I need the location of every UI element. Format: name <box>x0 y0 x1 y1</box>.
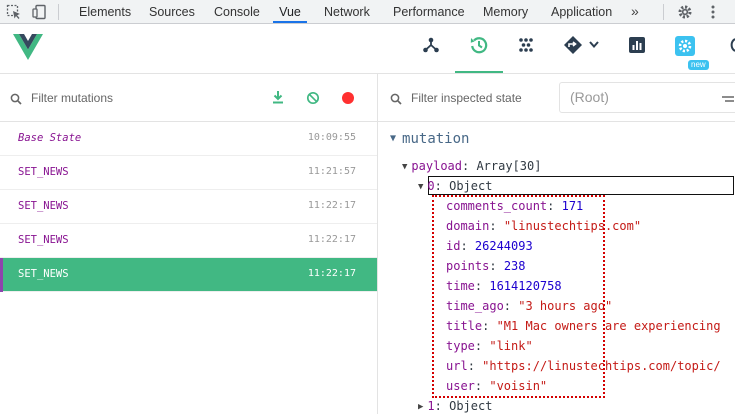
mutation-time: 11:22:17 <box>307 268 356 279</box>
tab-vue[interactable]: Vue <box>273 0 307 23</box>
filter-state-input[interactable]: Filter inspected state <box>411 90 522 106</box>
expand-arrow-icon: ▼ <box>418 182 424 192</box>
inspect-element-icon[interactable] <box>6 4 22 25</box>
expand-arrow-icon: ▼ <box>402 162 408 172</box>
inspector-filter-bar: Filter inspected state (Root) <box>378 74 735 122</box>
mutations-pane: Filter mutations Base State 10:09:55 SET… <box>0 74 377 414</box>
collapsed-arrow-icon: ▶ <box>418 402 424 412</box>
tab-sources[interactable]: Sources <box>149 0 195 23</box>
item-index: 1 <box>427 399 435 413</box>
item-type: Object <box>449 399 493 413</box>
events-tab-icon[interactable] <box>517 36 535 59</box>
mutation-row-selected[interactable]: SET_NEWS 11:22:17 <box>0 258 377 292</box>
more-options-icon[interactable] <box>705 4 721 25</box>
vue-logo <box>13 34 43 65</box>
tab-network[interactable]: Network <box>324 0 370 23</box>
settings-tab-icon[interactable] <box>675 36 695 61</box>
item-type: Object <box>449 179 493 193</box>
filter-mutations-input[interactable]: Filter mutations <box>31 90 113 106</box>
payload-key: payload <box>411 159 462 173</box>
colon: : <box>434 399 450 413</box>
mutation-row[interactable]: SET_NEWS 11:22:17 <box>0 190 377 224</box>
performance-tab-icon[interactable] <box>628 36 646 59</box>
active-tab-underline <box>455 71 503 73</box>
root-select-value: (Root) <box>570 89 609 105</box>
mutation-name: SET_NEWS <box>18 166 69 178</box>
toolbar-divider <box>58 4 59 20</box>
new-badge: new <box>688 60 709 70</box>
record-toggle-icon[interactable] <box>341 91 355 110</box>
array-item-1-node[interactable]: ▶ 1: Object <box>418 398 492 416</box>
mutation-name: SET_NEWS <box>18 200 69 212</box>
mutation-time: 10:09:55 <box>307 132 356 143</box>
device-toolbar-icon[interactable] <box>32 4 48 25</box>
array-item-0-node[interactable]: ▼ 0: Object <box>418 178 492 196</box>
tab-performance[interactable]: Performance <box>393 0 465 23</box>
mutation-time: 11:22:17 <box>307 200 356 211</box>
mutation-name: Base State <box>18 132 82 144</box>
mutations-filter-bar: Filter mutations <box>0 74 377 122</box>
settings-gear-icon[interactable] <box>677 4 693 25</box>
mutation-row[interactable]: Base State 10:09:55 <box>0 122 377 156</box>
highlight-annotation-box <box>432 195 605 398</box>
colon: : <box>462 159 477 173</box>
tab-console[interactable]: Console <box>214 0 260 23</box>
routing-tab-icon[interactable] <box>564 36 604 59</box>
mutation-name: SET_NEWS <box>18 268 69 280</box>
mutation-time: 11:21:57 <box>307 166 356 177</box>
commit-all-download-icon[interactable] <box>271 90 285 109</box>
selected-row-marker <box>0 258 3 292</box>
components-tab-icon[interactable] <box>422 36 440 59</box>
payload-type: Array[30] <box>476 159 542 173</box>
refresh-icon[interactable] <box>724 36 735 59</box>
tab-memory[interactable]: Memory <box>483 0 528 23</box>
vuex-history-tab-icon[interactable] <box>470 36 488 59</box>
search-icon <box>10 92 22 110</box>
expand-arrow-icon: ▼ <box>390 133 397 144</box>
devtools-tab-bar: Elements Sources Console Vue Network Per… <box>0 0 735 24</box>
more-tabs-button[interactable]: » <box>631 0 639 22</box>
mutation-section-header[interactable]: ▼ mutation <box>390 131 469 147</box>
section-label: mutation <box>402 131 470 147</box>
search-icon <box>390 92 402 110</box>
mutation-time: 11:22:17 <box>307 234 356 245</box>
payload-node[interactable]: ▼ payload: Array[30] <box>402 158 541 176</box>
mutation-row[interactable]: SET_NEWS 11:22:17 <box>0 224 377 258</box>
tab-elements[interactable]: Elements <box>79 0 131 23</box>
mutation-row[interactable]: SET_NEWS 11:21:57 <box>0 156 377 190</box>
mutation-name: SET_NEWS <box>18 234 69 246</box>
toolbar-divider <box>663 4 664 20</box>
filter-lines-icon[interactable] <box>722 93 734 111</box>
colon: : <box>434 179 450 193</box>
item-index: 0 <box>427 179 435 193</box>
revert-all-block-icon[interactable] <box>306 91 320 110</box>
tab-application[interactable]: Application <box>551 0 612 23</box>
vue-devtools-toolbar: new <box>0 24 735 74</box>
root-select[interactable]: (Root) <box>559 82 735 113</box>
